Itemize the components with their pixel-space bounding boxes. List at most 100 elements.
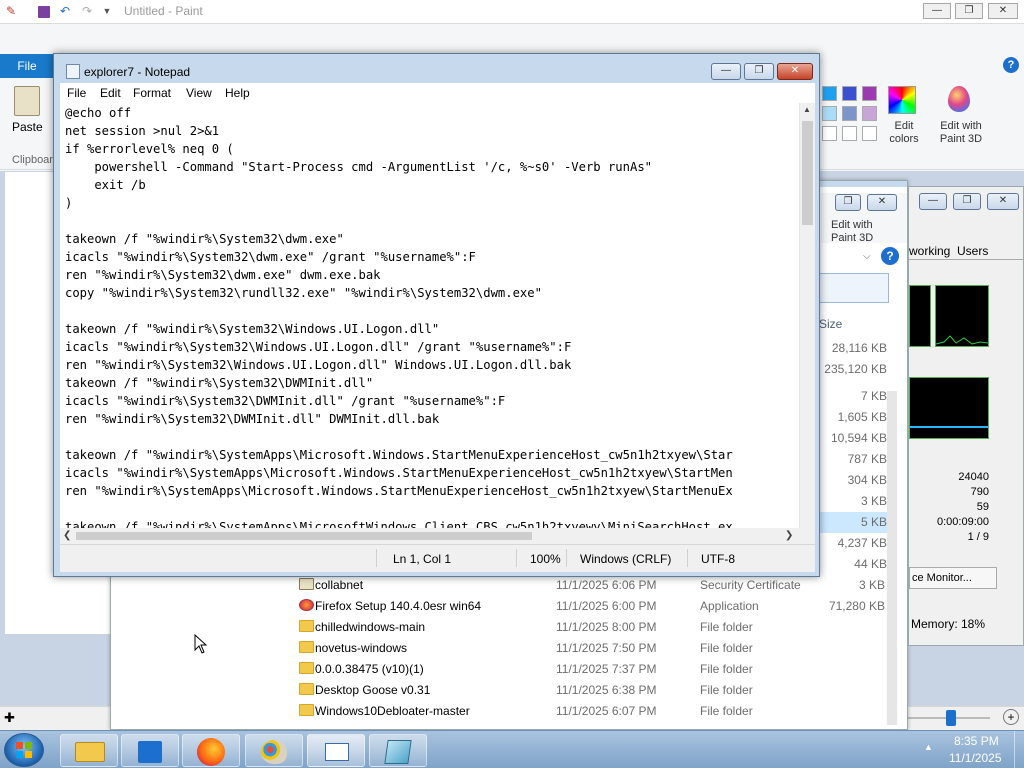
- file-row[interactable]: chilledwindows-main 11/1/2025 8:00 PM File…: [111, 617, 891, 638]
- paint-icon: [261, 740, 287, 764]
- hscroll-thumb[interactable]: [76, 532, 532, 540]
- scroll-right-icon[interactable]: ❯: [785, 530, 793, 541]
- paint-minimize-button[interactable]: —: [923, 3, 951, 19]
- color-swatch[interactable]: [822, 86, 837, 101]
- clock-time[interactable]: 8:35 PM: [954, 734, 999, 748]
- paint3d-icon[interactable]: [948, 86, 970, 112]
- explorer-help-icon[interactable]: ?: [881, 247, 899, 265]
- edit-colors-label[interactable]: Edit colors: [888, 120, 920, 146]
- color-swatch[interactable]: [862, 126, 877, 141]
- taskbar-firefox[interactable]: [182, 734, 240, 767]
- file-row[interactable]: novetus-windows 11/1/2025 7:50 PM File fol…: [111, 638, 891, 659]
- file-name: Windows10Debloater-master: [315, 704, 470, 718]
- color-swatch[interactable]: [842, 86, 857, 101]
- taskbar-notepad[interactable]: [369, 734, 427, 767]
- show-desktop-button[interactable]: [1014, 731, 1024, 768]
- save-icon[interactable]: [38, 6, 50, 18]
- zoom-in-icon[interactable]: +: [1003, 709, 1019, 725]
- file-row[interactable]: Firefox Setup 140.4.0esr win64 11/1/2025 …: [111, 596, 891, 617]
- menu-help[interactable]: Help: [225, 86, 250, 100]
- undo-icon[interactable]: ↶: [58, 4, 72, 18]
- application-icon: [299, 599, 314, 611]
- size-cell: 1,605 KB: [837, 410, 887, 424]
- status-position: Ln 1, Col 1: [393, 552, 452, 566]
- stat-value: 0:00:09:00: [937, 516, 989, 528]
- zoom-slider-track[interactable]: [900, 717, 990, 719]
- paint-maximize-button[interactable]: ❐: [955, 3, 983, 19]
- taskbar-paint[interactable]: [245, 734, 303, 767]
- notepad-minimize-button[interactable]: —: [711, 63, 741, 80]
- size-column-header[interactable]: Size: [819, 317, 842, 331]
- file-type: File folder: [700, 620, 753, 634]
- taskbar-store[interactable]: [121, 734, 179, 767]
- resource-monitor-button[interactable]: ce Monitor...: [909, 567, 997, 589]
- status-line-ending: Windows (CRLF): [580, 552, 672, 566]
- color-swatch[interactable]: [842, 106, 857, 121]
- menu-file[interactable]: File: [67, 86, 86, 100]
- start-button[interactable]: [4, 733, 44, 767]
- scroll-up-icon[interactable]: ▲: [803, 105, 811, 114]
- taskman-close-button[interactable]: ✕: [987, 193, 1019, 210]
- chevron-down-icon[interactable]: ⌵: [863, 251, 871, 262]
- paint-titlebar: ✎ ↶ ↷ ▼ Untitled - Paint — ❐ ✕: [0, 0, 1024, 24]
- menu-edit[interactable]: Edit: [100, 86, 121, 100]
- file-date: 11/1/2025 7:37 PM: [556, 662, 657, 676]
- taskman-minimize-button[interactable]: —: [919, 193, 947, 210]
- explorer-edit-paint3d-label[interactable]: Edit with Paint 3D: [831, 219, 891, 245]
- taskbar-file-explorer[interactable]: [60, 734, 118, 767]
- paste-icon[interactable]: [14, 86, 40, 116]
- explorer-vscroll[interactable]: [887, 391, 897, 725]
- show-hidden-icons[interactable]: ▲: [924, 742, 933, 752]
- status-zoom: 100%: [530, 552, 561, 566]
- mouse-cursor-icon: [194, 634, 207, 654]
- notepad-icon: [384, 740, 412, 764]
- color-swatch[interactable]: [822, 126, 837, 141]
- notepad-text-area[interactable]: @echo off net session >nul 2>&1 if %erro…: [60, 103, 799, 528]
- explorer-restore-button[interactable]: ❐: [835, 194, 861, 211]
- file-row[interactable]: Desktop Goose v0.31 11/1/2025 6:38 PM File…: [111, 680, 891, 701]
- taskman-maximize-button[interactable]: ❐: [953, 193, 981, 210]
- taskbar: ▲ 8:35 PM 11/1/2025: [0, 730, 1024, 768]
- notepad-maximize-button[interactable]: ❐: [744, 63, 774, 80]
- file-row[interactable]: collabnet 11/1/2025 6:06 PM Security Certi…: [111, 575, 891, 596]
- firefox-icon: [197, 738, 225, 766]
- file-row[interactable]: 0.0.0.38475 (v10)(1) 11/1/2025 7:37 PM Fil…: [111, 659, 891, 680]
- file-row[interactable]: Windows10Debloater-master 11/1/2025 6:07 …: [111, 701, 891, 722]
- color-swatch[interactable]: [842, 126, 857, 141]
- color-swatch[interactable]: [822, 106, 837, 121]
- status-divider: [376, 549, 377, 567]
- scroll-left-icon[interactable]: ❮: [63, 530, 71, 541]
- customize-toolbar-icon[interactable]: ▼: [100, 4, 114, 18]
- explorer-close-button[interactable]: ✕: [867, 194, 897, 211]
- notepad-text-content[interactable]: @echo off net session >nul 2>&1 if %erro…: [65, 104, 733, 528]
- taskbar-notepad-window[interactable]: [307, 734, 365, 767]
- explorer-search-box[interactable]: [819, 273, 889, 303]
- zoom-slider-thumb[interactable]: [946, 710, 956, 726]
- edit-with-paint3d-label[interactable]: Edit with Paint 3D: [934, 120, 988, 146]
- status-divider: [687, 549, 688, 567]
- notepad-vscroll[interactable]: ▲: [799, 103, 815, 528]
- paste-label[interactable]: Paste: [12, 120, 43, 134]
- menu-format[interactable]: Format: [133, 86, 171, 100]
- tab-users[interactable]: Users: [957, 244, 988, 258]
- memory-usage-text: Memory: 18%: [911, 617, 986, 631]
- size-cell: 787 KB: [847, 452, 887, 466]
- menu-view[interactable]: View: [186, 86, 212, 100]
- color-swatch[interactable]: [862, 86, 877, 101]
- paint-file-tab[interactable]: File: [0, 54, 54, 78]
- tab-networking[interactable]: working: [909, 244, 950, 258]
- redo-icon[interactable]: ↷: [80, 4, 94, 18]
- notepad-hscroll[interactable]: ❮ ❯: [60, 528, 799, 544]
- notepad-statusbar: Ln 1, Col 1 100% Windows (CRLF) UTF-8: [60, 544, 815, 572]
- clock-date[interactable]: 11/1/2025: [949, 751, 1002, 765]
- vscroll-thumb[interactable]: [802, 121, 813, 225]
- edit-colors-icon[interactable]: [888, 86, 916, 114]
- color-swatch[interactable]: [862, 106, 877, 121]
- file-date: 11/1/2025 6:38 PM: [556, 683, 657, 697]
- file-name: novetus-windows: [315, 641, 408, 655]
- file-list: collabnet 11/1/2025 6:06 PM Security Certi…: [111, 575, 891, 725]
- paint-close-button[interactable]: ✕: [988, 3, 1018, 19]
- help-icon[interactable]: ?: [1003, 57, 1019, 73]
- notepad-close-button[interactable]: ✕: [777, 63, 813, 80]
- folder-icon: [299, 683, 314, 695]
